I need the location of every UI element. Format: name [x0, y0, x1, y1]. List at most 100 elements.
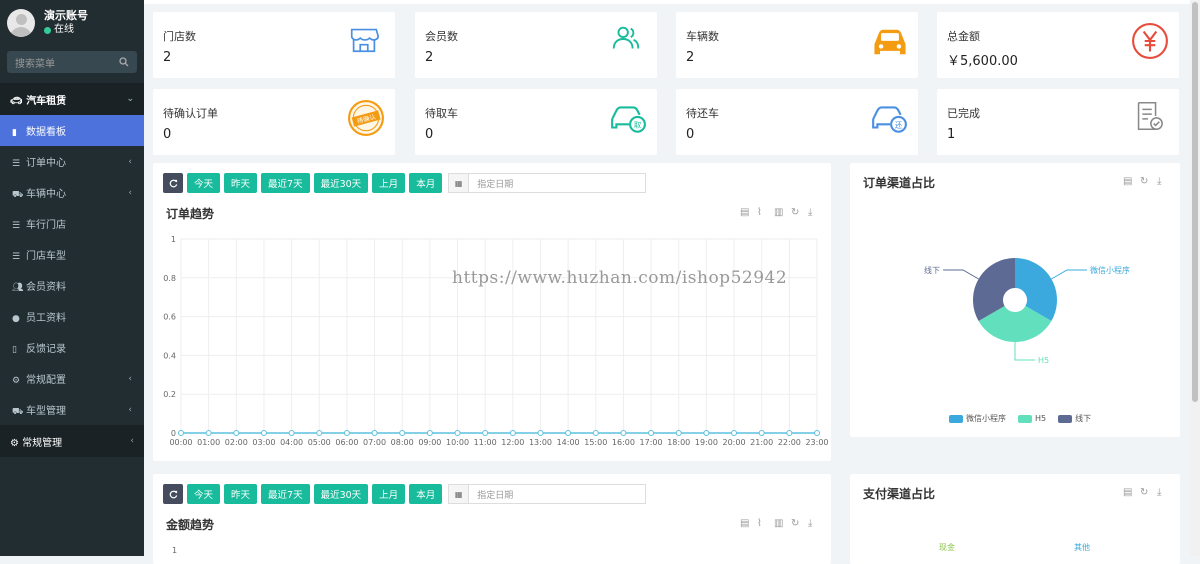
x-tick-label: 08:00 [391, 438, 414, 447]
stat-value: ￥5,600.00 [947, 54, 1018, 69]
watermark-url: https://www.huzhan.com/ishop52942 [452, 268, 788, 288]
stat-card-5: 待取车 0 取 [415, 89, 657, 155]
sidebar-item-3[interactable]: ☰ 车行门店 [0, 208, 144, 239]
data-point [758, 430, 765, 436]
list-icon: ☰ [12, 252, 21, 262]
data-view-icon[interactable]: ▤ [740, 518, 751, 529]
pie-label-line [1051, 269, 1087, 280]
filter-this-month-button[interactable]: 本月 [409, 484, 443, 504]
x-tick-label: 07:00 [363, 438, 386, 447]
pie-label: 线下 [924, 265, 940, 275]
legend-item[interactable]: H5 [1018, 414, 1046, 423]
stat-card-6: 待还车 0 还 [676, 89, 918, 155]
stat-label: 门店数 [163, 30, 196, 43]
legend-label: 微信小程序 [966, 414, 1006, 423]
main-content: 门店数 2 会员数 2 车辆数 2 总金额 ￥5,600.00 待确认订单 0 … [144, 0, 1200, 564]
stat-label: 会员数 [425, 30, 458, 43]
download-icon[interactable]: ⤓ [1157, 487, 1168, 498]
data-point [371, 430, 378, 436]
user-name: 演示账号 [44, 9, 88, 22]
filter-30days-button[interactable]: 最近30天 [313, 484, 369, 504]
sidebar-item-7[interactable]: ▯ 反馈记录 [0, 332, 144, 363]
data-point [399, 430, 406, 436]
return-car-icon: 还 [870, 99, 907, 135]
yen-icon [1131, 22, 1168, 59]
x-tick-label: 05:00 [308, 438, 331, 447]
sidebar-item-1[interactable]: ☰ 订单中心 ‹ [0, 146, 144, 177]
car-icon: ⛟ [12, 406, 24, 417]
data-view-icon[interactable]: ▤ [1123, 487, 1134, 498]
data-point [620, 430, 627, 436]
avatar[interactable] [7, 9, 35, 37]
user-panel: 演示账号 在线 [0, 0, 144, 46]
x-tick-label: 13:00 [529, 438, 552, 447]
data-point [675, 430, 682, 436]
car-icon: ⛟ [12, 189, 24, 200]
stat-label: 总金额 [947, 30, 980, 43]
stat-value: 2 [425, 50, 434, 65]
scrollbar[interactable] [1190, 0, 1200, 556]
pay-chart-tools: ▤ ↻ ⤓ [1123, 487, 1168, 498]
sidebar-item-8[interactable]: ⚙ 常规配置 ‹ [0, 363, 144, 394]
legend-item[interactable]: 线下 [1058, 413, 1091, 424]
stat-label: 已完成 [947, 107, 980, 120]
sidebar-item-6[interactable]: ● 员工资料 [0, 301, 144, 332]
x-tick-label: 00:00 [169, 438, 192, 447]
data-point [509, 430, 516, 436]
pay-channel-title: 支付渠道占比 [863, 487, 936, 501]
legend-label: H5 [1035, 414, 1047, 423]
x-tick-label: 18:00 [667, 438, 690, 447]
sidebar-item-4[interactable]: ☰ 门店车型 [0, 239, 144, 270]
y-tick-label: 1 [171, 235, 176, 244]
date-picker-input[interactable]: ▦ 指定日期 [448, 484, 647, 504]
sidebar-item-5[interactable]: 👥︎ 会员资料 [0, 270, 144, 301]
users-icon: 👥︎ [12, 283, 24, 293]
restore-icon[interactable]: ↻ [791, 518, 802, 529]
search-input[interactable]: 搜索菜单 [7, 51, 137, 73]
filter-today-button[interactable]: 今天 [187, 484, 221, 504]
pay-label-cash: 现金 [939, 543, 955, 552]
sidebar-item-9[interactable]: ⛟ 车型管理 ‹ [0, 394, 144, 425]
sidebar-item-0[interactable]: ▮ 数据看板 [0, 115, 144, 146]
order-channel-pie: 微信小程序 H5 线下 [924, 258, 1130, 365]
x-tick-label: 14:00 [557, 438, 580, 447]
filter-7days-button[interactable]: 最近7天 [261, 484, 310, 504]
online-dot-icon [44, 26, 51, 34]
pending-stamp-icon: 待确认 [347, 99, 384, 136]
sidebar-item-2[interactable]: ⛟ 车辆中心 ‹ [0, 177, 144, 208]
stat-card-3: 总金额 ￥5,600.00 [937, 12, 1179, 78]
amount-chart-tools: ▤ ⌇ ▥ ↻ ⤓ [740, 518, 819, 529]
data-point [731, 430, 738, 436]
legend-item[interactable]: 微信小程序 [949, 413, 1006, 424]
refresh-button[interactable] [163, 484, 183, 504]
menu-group-car-rental[interactable]: 🚗︎ 汽车租赁 ⌄ [0, 83, 144, 115]
stat-card-0: 门店数 2 [153, 12, 395, 78]
data-point [260, 430, 267, 436]
svg-text:还: 还 [895, 121, 903, 130]
filter-last-month-button[interactable]: 上月 [372, 484, 406, 504]
legend-swatch [1018, 414, 1032, 423]
filter-yesterday-button[interactable]: 昨天 [224, 484, 258, 504]
bar-switch-icon[interactable]: ▥ [774, 518, 785, 529]
y-tick-label: 0.4 [163, 351, 176, 360]
data-point [233, 430, 240, 436]
download-icon[interactable]: ⤓ [808, 518, 819, 529]
gear-icon: ⚙ [12, 376, 21, 386]
stat-card-7: 已完成 1 [937, 89, 1179, 155]
x-tick-label: 10:00 [446, 438, 469, 447]
line-switch-icon[interactable]: ⌇ [757, 518, 768, 529]
pie-label: H5 [1038, 356, 1049, 365]
sidebar: 演示账号 在线 搜索菜单 🚗︎ 汽车租赁 ⌄ ▮ 数据看板 ☰ 订单中心 ‹ ⛟ 车辆中心 ‹… [0, 0, 144, 556]
restore-icon[interactable]: ↻ [1140, 487, 1151, 498]
gears-icon: ⚙ [10, 437, 19, 449]
order-channel-card: 订单渠道占比 ▤ ↻ ⤓ 微信小程序 H5 线下 微信小程序 H5 线下 [850, 163, 1180, 437]
stat-value: 1 [947, 127, 956, 142]
pay-label-other: 其他 [1074, 543, 1090, 552]
data-point [316, 430, 323, 436]
x-tick-label: 11:00 [474, 438, 497, 447]
search-icon[interactable] [119, 57, 129, 67]
chevron-left-icon: ‹ [128, 156, 132, 167]
members-icon [609, 22, 645, 58]
x-tick-label: 03:00 [252, 438, 275, 447]
menu-group-general[interactable]: ⚙ 常规管理 ‹ [0, 425, 144, 457]
